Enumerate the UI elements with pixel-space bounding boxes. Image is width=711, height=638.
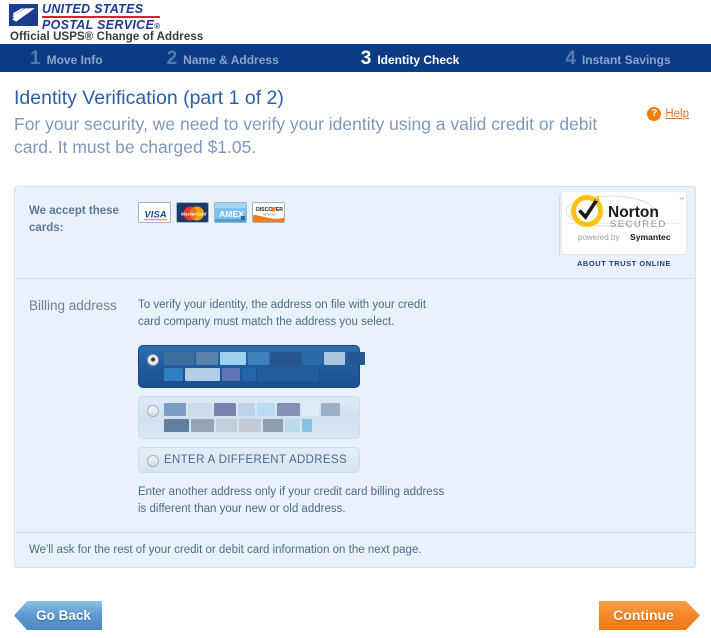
accepted-cards-label: We accept these cards: <box>29 205 119 234</box>
step-1-number: 1 <box>30 47 41 69</box>
billing-address-row: Billing address To verify your identity,… <box>15 279 695 532</box>
svg-text:Symantec: Symantec <box>630 232 671 242</box>
radio-unselected-icon[interactable] <box>147 454 159 467</box>
step-3-identity-check[interactable]: 3 Identity Check <box>361 49 460 68</box>
svg-text:MasterCard: MasterCard <box>181 212 206 217</box>
billing-address-label: Billing address <box>29 298 117 313</box>
accepted-cards-row: We accept these cards: VISA MasterCard A… <box>15 187 695 278</box>
different-address-note: Enter another address only if your credi… <box>138 485 445 515</box>
billing-option-new-address[interactable] <box>138 344 365 388</box>
visa-card-logo: VISA <box>138 202 171 223</box>
help-link-label: Help <box>665 108 689 120</box>
about-trust-online-link[interactable]: ABOUT TRUST ONLINE <box>561 259 687 268</box>
norton-badge-box: Norton ™ SECURED powered by Symantec <box>561 191 687 255</box>
verify-instructions: To verify your identity, the address on … <box>138 299 427 329</box>
discover-card-logo: DISCOVER NETWORK <box>252 202 285 223</box>
continue-button[interactable]: Continue <box>599 601 700 630</box>
step-1-move-info[interactable]: 1 Move Info <box>30 49 103 68</box>
svg-text:™: ™ <box>679 197 684 203</box>
radio-selected-icon[interactable] <box>147 353 159 366</box>
step-2-number: 2 <box>166 47 178 69</box>
redaction-row <box>164 402 351 416</box>
usps-logo[interactable]: UNITED STATES POSTAL SERVICE® <box>9 3 711 31</box>
redaction-row <box>164 351 365 365</box>
logo-line-1: UNITED STATES <box>42 2 144 16</box>
progress-step-bar: 1 Move Info 2 Name & Address 3 Identity … <box>0 44 711 72</box>
step-4-instant-savings[interactable]: 4 Instant Savings <box>565 49 670 68</box>
step-3-label: Identity Check <box>377 52 460 67</box>
go-back-button[interactable]: Go Back <box>14 601 102 630</box>
billing-option-different-address-label: ENTER A DIFFERENT ADDRESS <box>164 453 347 466</box>
svg-text:DISCOVER: DISCOVER <box>256 207 283 213</box>
mastercard-card-logo: MasterCard <box>176 202 209 223</box>
logo-line-2: POSTAL SERVICE® <box>42 17 161 32</box>
usps-eagle-icon <box>9 4 38 26</box>
redaction-row <box>164 367 365 381</box>
official-tagline: Official USPS® Change of Address <box>10 31 204 43</box>
redacted-address-text <box>164 402 351 432</box>
section-vertical-divider <box>559 195 560 257</box>
billing-address-content: To verify your identity, the address on … <box>131 279 695 518</box>
billing-option-different-address[interactable]: ENTER A DIFFERENT ADDRESS <box>138 446 360 473</box>
svg-text:NETWORK: NETWORK <box>263 213 277 217</box>
page-heading-block: Identity Verification (part 1 of 2) For … <box>0 72 711 160</box>
question-mark-icon: ? <box>647 107 662 121</box>
help-link[interactable]: ? Help <box>647 107 689 121</box>
redacted-address-text <box>164 351 365 381</box>
step-2-name-address[interactable]: 2 Name & Address <box>167 49 279 68</box>
form-action-bar: Go Back Continue <box>0 598 711 638</box>
svg-text:powered by: powered by <box>578 233 619 242</box>
identity-verification-panel: We accept these cards: VISA MasterCard A… <box>14 186 696 568</box>
norton-secured-badge[interactable]: Norton ™ SECURED powered by Symantec ABO… <box>561 191 687 268</box>
billing-address-options: ENTER A DIFFERENT ADDRESS <box>138 344 695 473</box>
step-1-label: Move Info <box>46 52 103 67</box>
step-2-label: Name & Address <box>183 52 279 67</box>
svg-text:VISA: VISA <box>144 209 166 220</box>
step-4-number: 4 <box>565 47 576 69</box>
billing-option-old-address[interactable] <box>138 395 360 439</box>
redaction-row <box>164 418 351 432</box>
site-header: UNITED STATES POSTAL SERVICE® Official U… <box>0 0 711 44</box>
panel-footer-note: We'll ask for the rest of your credit or… <box>29 544 422 556</box>
svg-text:AMEX: AMEX <box>219 209 244 219</box>
amex-card-logo: AMEX <box>214 202 247 223</box>
usps-wordmark: UNITED STATES POSTAL SERVICE® <box>42 3 160 31</box>
svg-text:SECURED: SECURED <box>610 219 667 230</box>
page-title: Identity Verification (part 1 of 2) <box>14 87 284 109</box>
page-subtitle: For your security, we need to verify you… <box>14 113 598 158</box>
radio-unselected-icon[interactable] <box>147 404 159 417</box>
step-4-label: Instant Savings <box>581 52 671 67</box>
step-3-number: 3 <box>360 47 372 69</box>
